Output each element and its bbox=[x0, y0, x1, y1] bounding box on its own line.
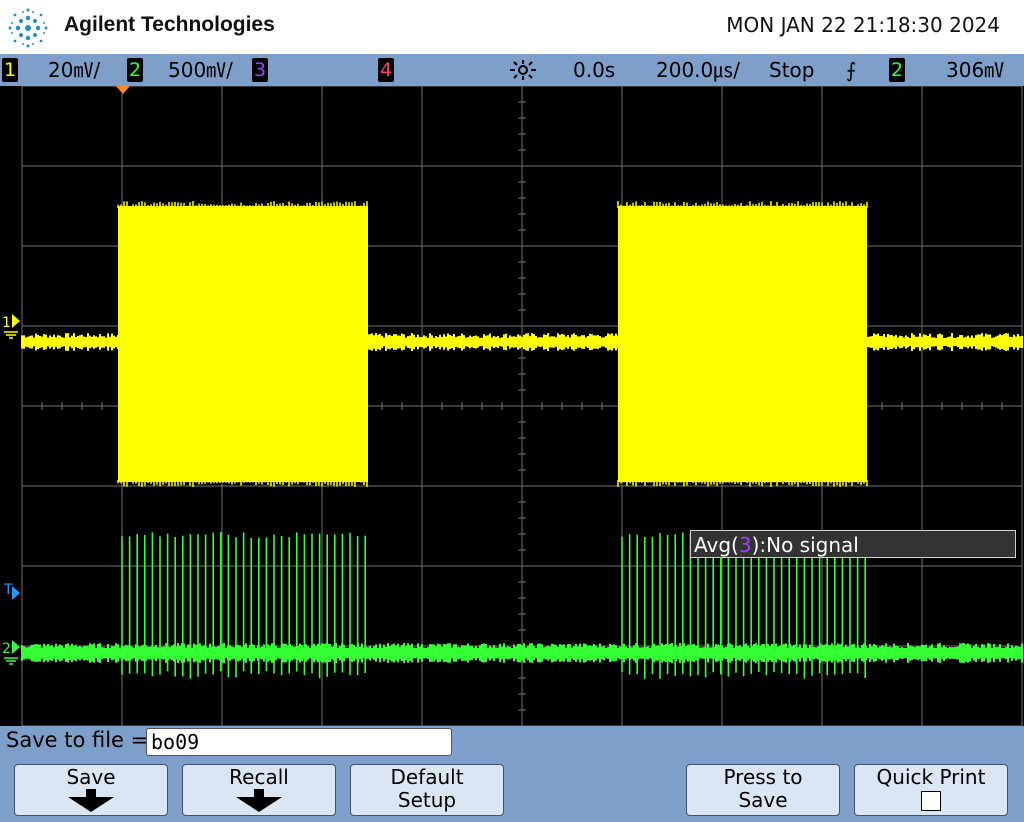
ch3-badge[interactable]: 3 bbox=[252, 58, 268, 82]
quick-print-checkbox[interactable] bbox=[921, 791, 941, 811]
save-to-file-label: Save to file = bbox=[6, 728, 149, 752]
trigger-slope-icon: ⨍ bbox=[846, 58, 857, 82]
delay-value[interactable]: 0.0s bbox=[573, 58, 615, 82]
recall-button[interactable]: Recall bbox=[182, 764, 336, 816]
waveform-canvas: 1 T 2 bbox=[2, 86, 1023, 726]
softkey-bar: Save to file = bo09 Save Recall Default … bbox=[0, 726, 1024, 822]
arrow-down-icon bbox=[68, 789, 114, 812]
ch1-badge[interactable]: 1 bbox=[2, 58, 18, 82]
ch2-marker-label: 2 bbox=[2, 641, 11, 657]
trigger-channel-badge[interactable]: 2 bbox=[889, 58, 905, 82]
trigger-position-marker bbox=[116, 86, 130, 94]
delay-knob-icon bbox=[510, 60, 536, 80]
header: Agilent Technologies MON JAN 22 21:18:30… bbox=[0, 0, 1024, 54]
ch1-burst bbox=[118, 206, 368, 482]
datetime: MON JAN 22 21:18:30 2024 bbox=[726, 13, 1000, 37]
trigger-level-marker bbox=[12, 586, 20, 600]
trigger-level[interactable]: 306㎷ bbox=[946, 58, 1004, 82]
quick-print-button[interactable]: Quick Print bbox=[854, 764, 1008, 816]
waveform-display[interactable]: 1 T 2 Avg(3):No signal bbox=[0, 86, 1024, 726]
status-bar: 1 20㎷/ 2 500㎷/ 3 4 0.0s 200.0㎲/ Stop ⨍ 2… bbox=[0, 54, 1024, 86]
trigger-marker-label: T bbox=[3, 582, 13, 598]
filename-field[interactable]: bo09 bbox=[146, 728, 452, 756]
run-state: Stop bbox=[769, 58, 815, 82]
default-setup-button[interactable]: Default Setup bbox=[350, 764, 504, 816]
ch1-ground-marker bbox=[12, 314, 20, 328]
brand-name: Agilent Technologies bbox=[64, 13, 275, 36]
ch1-ground-icon bbox=[4, 331, 18, 339]
ch1-marker-label: 1 bbox=[2, 315, 11, 331]
timebase-value[interactable]: 200.0㎲/ bbox=[656, 58, 740, 82]
ch4-badge[interactable]: 4 bbox=[378, 58, 394, 82]
ch1-burst bbox=[618, 206, 867, 482]
ch2-badge[interactable]: 2 bbox=[127, 58, 143, 82]
ch2-ground-icon bbox=[4, 657, 18, 665]
avg-popup: Avg(3):No signal bbox=[690, 530, 1016, 558]
arrow-down-icon bbox=[236, 789, 282, 812]
ch2-scale[interactable]: 500㎷/ bbox=[168, 58, 233, 82]
ch2-ground-marker bbox=[12, 640, 20, 654]
agilent-spark-logo bbox=[8, 8, 48, 48]
ch1-scale[interactable]: 20㎷/ bbox=[48, 58, 100, 82]
save-button[interactable]: Save bbox=[14, 764, 168, 816]
press-to-save-button[interactable]: Press to Save bbox=[686, 764, 840, 816]
